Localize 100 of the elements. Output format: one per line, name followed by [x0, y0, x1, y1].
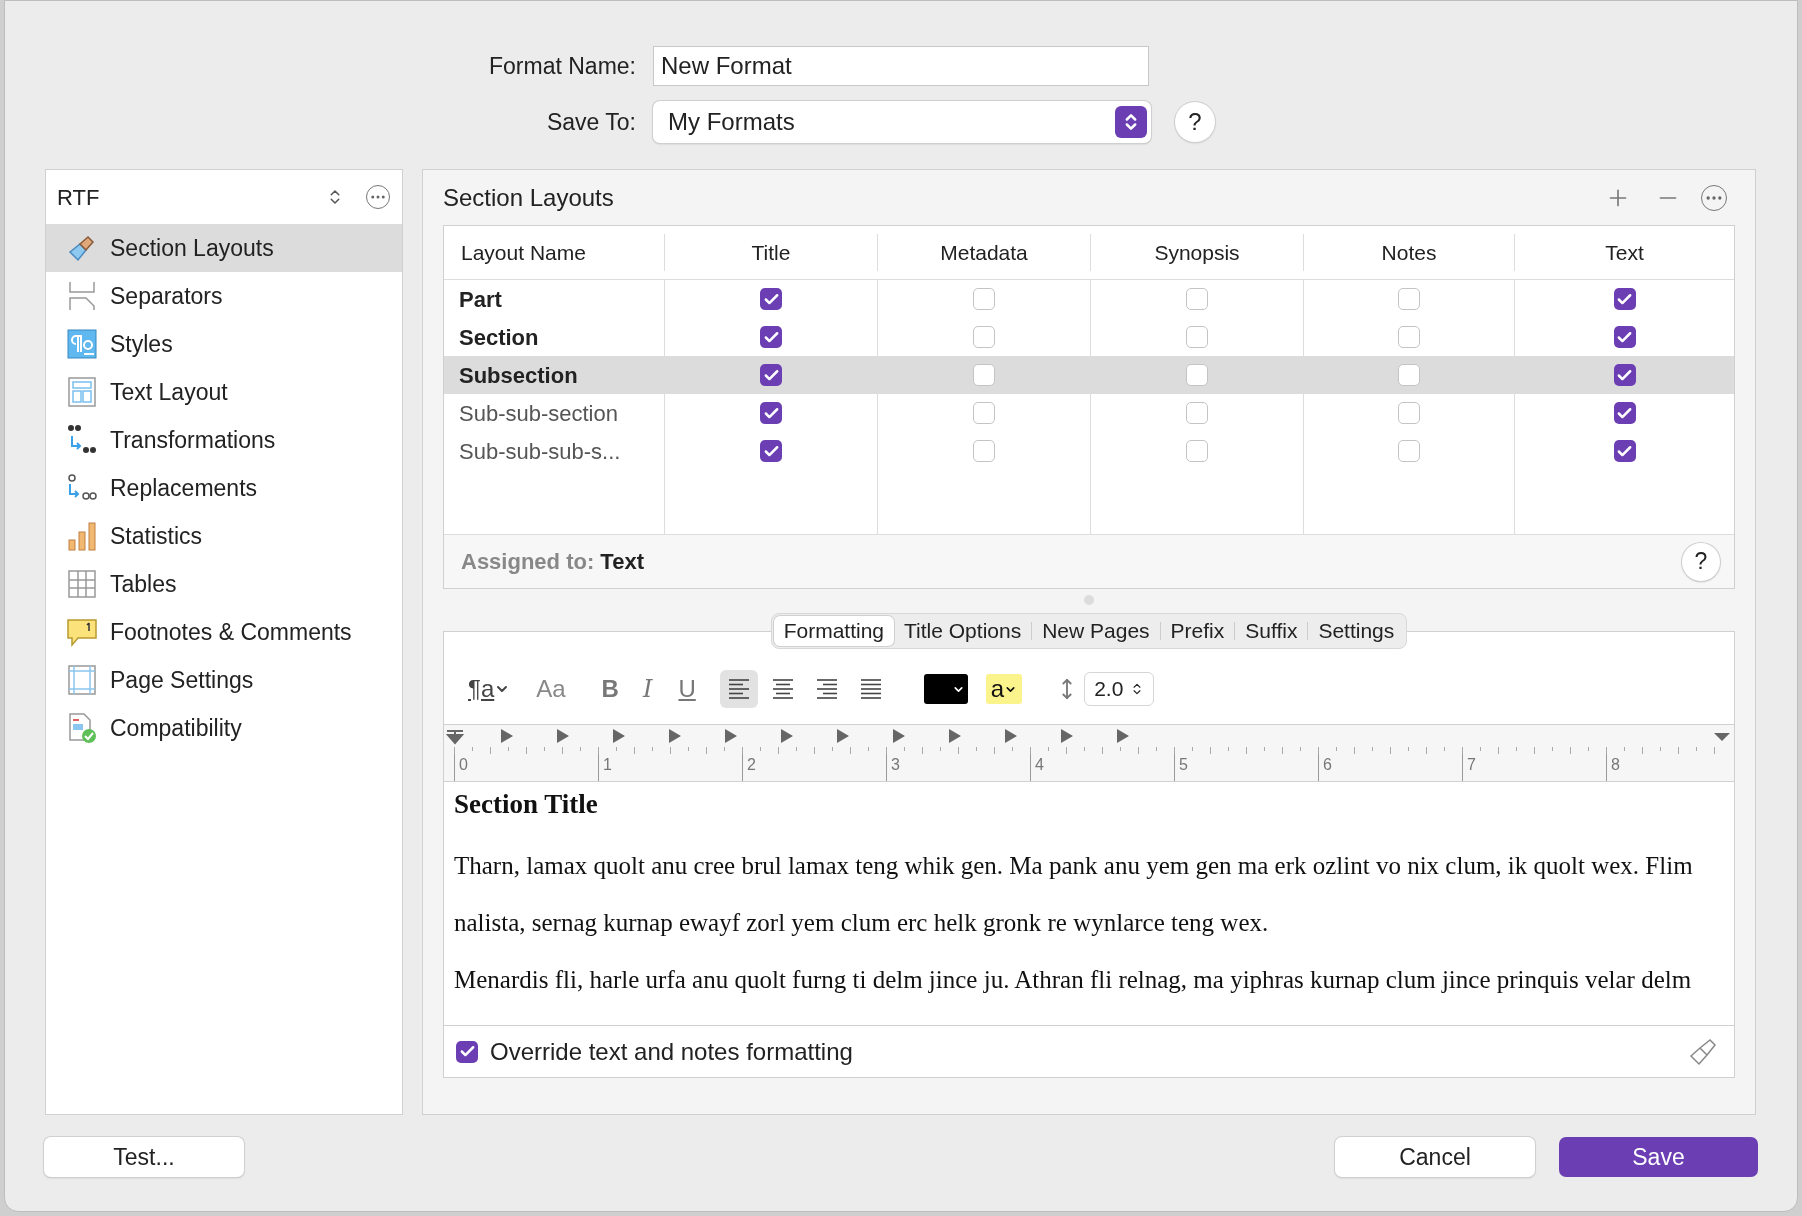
layout-name-cell: Part [444, 280, 665, 318]
checkbox[interactable] [760, 440, 782, 462]
checkbox[interactable] [760, 288, 782, 310]
sidebar-item[interactable]: Separators [46, 272, 402, 320]
italic-button[interactable]: I [642, 671, 653, 707]
checkbox[interactable] [760, 326, 782, 348]
sidebar-item[interactable]: Statistics [46, 512, 402, 560]
override-label: Override text and notes formatting [490, 1036, 854, 1067]
underline-button[interactable]: U [678, 671, 696, 707]
column-header[interactable]: Title [665, 234, 878, 271]
ruler-label: 8 [1606, 747, 1750, 781]
checkbox[interactable] [760, 402, 782, 424]
layout-name-cell: Subsection [444, 356, 665, 394]
tab[interactable]: New Pages [1032, 616, 1160, 646]
ruler-label: 6 [1318, 747, 1462, 781]
tab[interactable]: Prefix [1160, 616, 1235, 646]
checkbox[interactable] [1613, 440, 1636, 462]
column-header[interactable]: Notes [1304, 234, 1515, 271]
checkbox[interactable] [1186, 440, 1208, 462]
align-left-icon [726, 678, 751, 700]
layout-icon [66, 376, 98, 408]
ruler-label: 0 [454, 747, 598, 781]
checkbox[interactable] [1398, 440, 1420, 462]
sidebar-item[interactable]: Compatibility [46, 704, 402, 752]
table-grid-icon [66, 568, 98, 600]
text-color-picker[interactable] [923, 674, 968, 704]
preview-title: Section Title [454, 788, 599, 821]
table-row[interactable]: Part [444, 280, 1734, 318]
align-justify-icon [858, 678, 883, 700]
checkbox[interactable] [1398, 326, 1420, 348]
panel-title: Section Layouts [443, 182, 615, 213]
checkbox[interactable] [760, 364, 782, 386]
cancel-button[interactable]: Cancel [1335, 1137, 1535, 1177]
document-check-icon [66, 712, 98, 744]
paintbrush-icon[interactable] [1688, 1036, 1718, 1067]
column-header[interactable]: Layout Name [444, 234, 665, 271]
preview-paragraph: Tharn, lamax quolt anu cree brul lamax teng whik gen. Ma pank anu yem gen ma erk ozlint vo nix clum, ik quolt wex. Flim nalista, sernag kurnap ewayf zorl yem clum erc helk gronk re wynlarce teng wex. [454, 850, 1694, 938]
checkbox[interactable] [973, 402, 995, 424]
alignment-button[interactable] [719, 670, 758, 708]
checkbox[interactable] [1398, 288, 1420, 310]
help-button[interactable]: ? [1682, 542, 1720, 581]
sidebar-item[interactable]: Page Settings [46, 656, 402, 704]
checkbox[interactable] [973, 440, 995, 462]
sidebar-item[interactable]: Tables [46, 560, 402, 608]
table-row[interactable]: Sub-sub-section [444, 394, 1734, 432]
checkbox[interactable] [1613, 364, 1636, 386]
bold-button[interactable]: B [601, 671, 619, 707]
page-icon [66, 664, 98, 696]
sidebar-item[interactable]: Footnotes & Comments [46, 608, 402, 656]
checkbox[interactable] [1398, 402, 1420, 424]
font-button[interactable]: Aa [536, 671, 566, 707]
test-button[interactable]: Test... [44, 1137, 244, 1177]
checkbox[interactable] [1186, 326, 1208, 348]
layout-name-cell: Sub-sub-sub-s... [444, 432, 665, 470]
layout-name-cell: Sub-sub-section [444, 394, 665, 432]
separator-icon [66, 280, 98, 312]
sidebar-item[interactable]: Section Layouts [46, 224, 402, 272]
checkbox[interactable] [973, 288, 995, 310]
ruler-label: 5 [1174, 747, 1318, 781]
splitter-handle[interactable] [1084, 595, 1094, 605]
checkbox[interactable] [973, 326, 995, 348]
table-row[interactable]: Subsection [444, 356, 1734, 394]
tab[interactable]: Title Options [894, 616, 1032, 646]
column-header[interactable]: Text [1515, 234, 1734, 271]
align-center-icon [770, 678, 795, 700]
help-button[interactable]: ? [1175, 102, 1215, 142]
highlight-color-picker[interactable]: a [985, 674, 1023, 704]
table-row[interactable]: Sub-sub-sub-s... [444, 432, 1734, 470]
sidebar-item[interactable]: Replacements [46, 464, 402, 512]
checkbox[interactable] [1613, 326, 1636, 348]
checkbox[interactable] [973, 364, 995, 386]
paragraph-style-button[interactable]: ¶a [468, 671, 511, 707]
format-name-field[interactable]: New Format [653, 46, 1149, 86]
tab[interactable]: Formatting [773, 616, 895, 646]
ruler-label: 1 [598, 747, 742, 781]
checkbox[interactable] [1186, 288, 1208, 310]
ruler-label: 4 [1030, 747, 1174, 781]
speech-bubble-icon [66, 616, 98, 648]
column-header[interactable]: Metadata [878, 234, 1091, 271]
tab[interactable]: Suffix [1235, 616, 1308, 646]
sidebar-item[interactable]: Transformations [46, 416, 402, 464]
checkbox[interactable] [1186, 364, 1208, 386]
sidebar-item[interactable]: Text Layout [46, 368, 402, 416]
save-to-label: Save To: [545, 107, 637, 137]
override-checkbox[interactable] [456, 1040, 478, 1063]
sidebar-item[interactable]: Styles [46, 320, 402, 368]
tab[interactable]: Settings [1308, 616, 1405, 646]
checkbox[interactable] [1613, 402, 1636, 424]
save-to-dropdown[interactable]: My Formats [653, 101, 1151, 143]
column-header[interactable]: Synopsis [1091, 234, 1304, 271]
format-type-label[interactable]: RTF [57, 180, 326, 214]
align-right-icon [814, 678, 839, 700]
line-spacing-stepper[interactable]: 2.0 [1084, 672, 1155, 706]
bar-chart-icon [66, 520, 98, 552]
save-button[interactable]: Save [1559, 1137, 1758, 1177]
checkbox[interactable] [1613, 288, 1636, 310]
ruler-label: 3 [886, 747, 1030, 781]
checkbox[interactable] [1398, 364, 1420, 386]
paragraph-style-icon [66, 328, 98, 360]
checkbox[interactable] [1186, 402, 1208, 424]
